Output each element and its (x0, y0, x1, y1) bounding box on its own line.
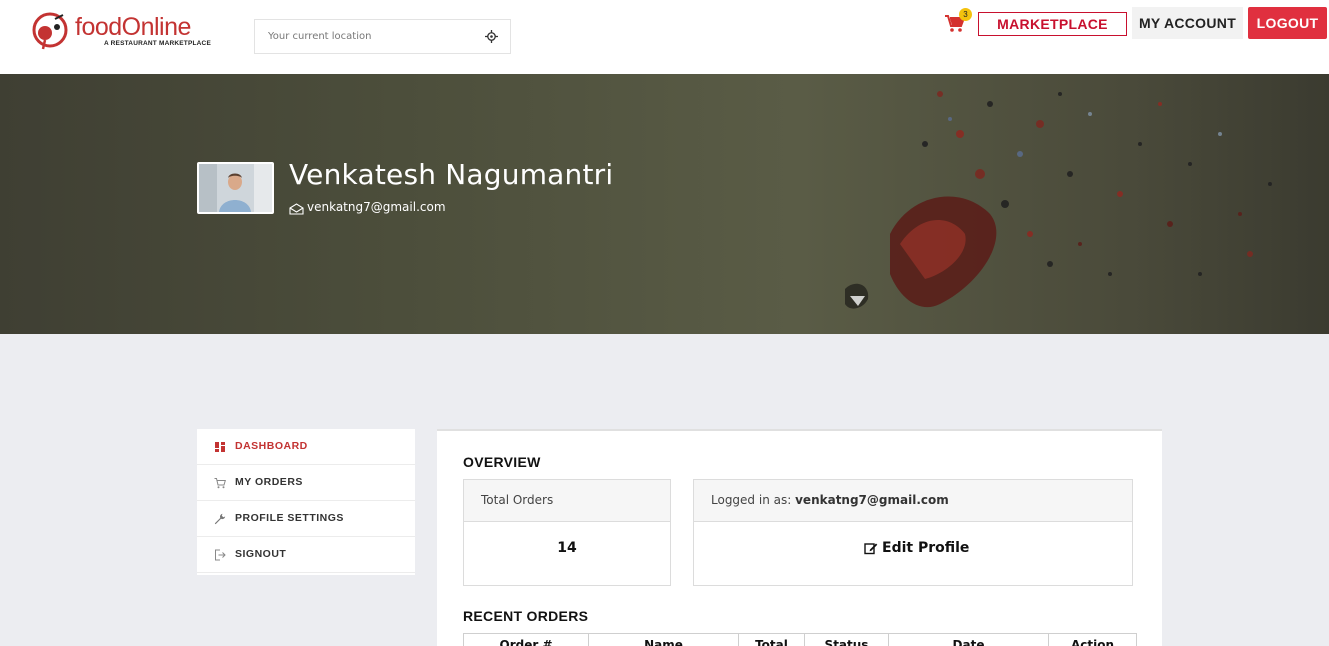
total-orders-card: Total Orders 14 (463, 479, 671, 586)
wrench-icon (214, 513, 226, 525)
sidebar-item-label: MY ORDERS (235, 476, 303, 488)
recent-orders-title: RECENT ORDERS (463, 608, 589, 624)
column-header-action: Action (1070, 638, 1115, 646)
sidebar-item-label: SIGNOUT (235, 548, 287, 560)
crosshair-icon[interactable] (485, 30, 498, 43)
total-orders-value: 14 (557, 540, 577, 556)
edit-profile-label: Edit Profile (882, 540, 970, 556)
column-header-name: Name (589, 634, 739, 646)
parrot-splash-image (845, 91, 1272, 309)
sidebar-item-signout[interactable]: SIGNOUT (197, 537, 415, 573)
column-header-status: Status (805, 634, 889, 646)
top-header: foodOnline A RESTAURANT MARKETPLACE 3 MA… (0, 0, 1329, 74)
signout-icon (215, 549, 226, 561)
column-header-order: Order # (464, 634, 589, 646)
recent-orders-table: Order # Name Total Status Date Action (463, 633, 1137, 646)
dashboard-panel: OVERVIEW Total Orders 14 Logged in as: v… (437, 429, 1162, 646)
overview-title: OVERVIEW (463, 454, 541, 470)
my-account-button[interactable]: MY ACCOUNT (1132, 7, 1243, 39)
logged-in-label: Logged in as: (711, 493, 792, 507)
logo-mark-icon (32, 12, 68, 50)
location-search (254, 19, 511, 54)
card-header: Total Orders (464, 480, 670, 522)
sidebar-item-my-orders[interactable]: MY ORDERS (197, 465, 415, 501)
sidebar-item-label: DASHBOARD (235, 440, 308, 452)
profile-email: venkatng7@gmail.com (307, 200, 446, 214)
marketplace-button[interactable]: MARKETPLACE (978, 12, 1127, 36)
cart-count-badge: 3 (959, 8, 972, 21)
cart-icon (214, 478, 226, 489)
sidebar-item-profile-settings[interactable]: PROFILE SETTINGS (197, 501, 415, 537)
logged-in-info: Logged in as: venkatng7@gmail.com (711, 493, 949, 507)
logo-tagline: A RESTAURANT MARKETPLACE (104, 40, 211, 47)
profile-name: Venkatesh Nagumantri (289, 158, 614, 191)
dashboard-icon (215, 442, 225, 452)
profile-banner: ​ (0, 74, 1329, 334)
logout-button[interactable]: LOGOUT (1248, 7, 1327, 39)
site-logo[interactable]: foodOnline A RESTAURANT MARKETPLACE (31, 11, 211, 51)
total-orders-label: Total Orders (481, 493, 554, 507)
user-avatar (197, 162, 274, 214)
column-header-total: Total (739, 634, 805, 646)
avatar-photo-icon (199, 164, 272, 212)
edit-icon (864, 543, 878, 555)
logo-text: foodOnline (75, 13, 191, 41)
column-header-date: Date (889, 634, 1049, 646)
logged-in-email: venkatng7@gmail.com (795, 493, 949, 507)
envelope-icon (289, 203, 304, 215)
sidebar-item-label: PROFILE SETTINGS (235, 512, 344, 524)
location-input[interactable] (255, 20, 475, 53)
card-header: Logged in as: venkatng7@gmail.com (694, 480, 1132, 522)
account-card: Logged in as: venkatng7@gmail.com Edit P… (693, 479, 1133, 586)
sidebar-item-dashboard[interactable]: DASHBOARD (197, 429, 415, 465)
dashboard-sidebar: DASHBOARD MY ORDERS PROFILE SETTINGS SIG… (197, 429, 415, 575)
